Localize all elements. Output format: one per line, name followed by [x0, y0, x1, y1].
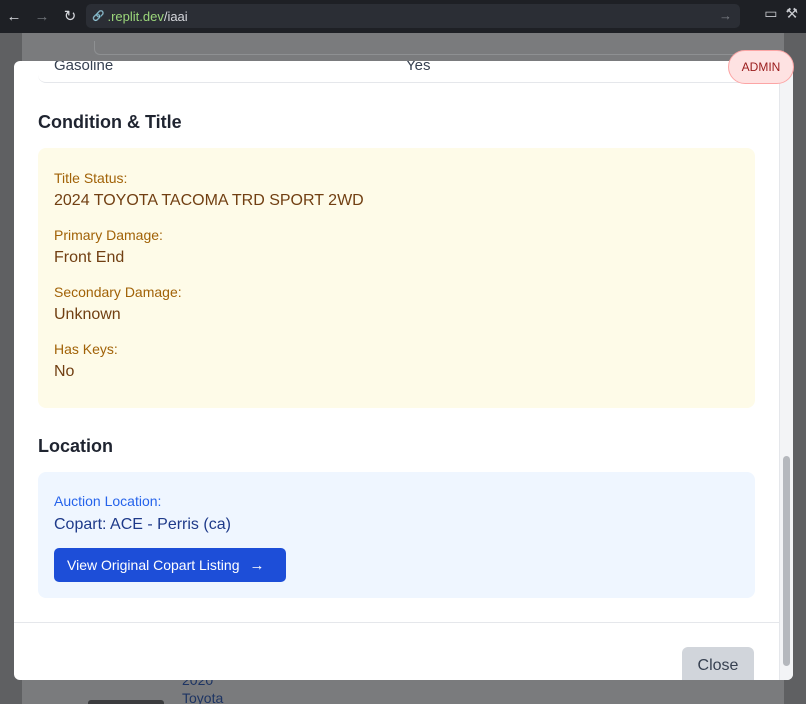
- link-icon: 🔗: [92, 10, 105, 22]
- condition-heading: Condition & Title: [38, 112, 182, 132]
- secondary-damage-value: Unknown: [54, 306, 121, 323]
- scrollbar-thumb[interactable]: [783, 456, 790, 666]
- copart-button-label: View Original Copart Listing: [67, 557, 240, 573]
- auction-location-label: Auction Location:: [54, 493, 162, 509]
- secondary-damage-label: Secondary Damage:: [54, 284, 182, 300]
- location-heading: Location: [38, 436, 113, 456]
- title-status-value: 2024 TOYOTA TACOMA TRD SPORT 2WD: [54, 192, 364, 209]
- vehicle-details-modal: Gasoline Yes Condition & Title Title Sta…: [14, 61, 793, 680]
- browser-toolbar: ← → ↻ 🔗 .replit.dev /iaai → ▭ ⚒: [0, 0, 806, 33]
- arrow-right-icon: →: [249, 556, 265, 574]
- primary-damage-value: Front End: [54, 249, 125, 266]
- url-path: /iaai: [163, 8, 188, 24]
- condition-panel: Title Status: 2024 TOYOTA TACOMA TRD SPO…: [38, 148, 755, 408]
- has-keys-label: Has Keys:: [54, 341, 118, 357]
- modal-scrollbar[interactable]: [779, 61, 793, 680]
- background-vehicle-thumbnail: [88, 700, 164, 704]
- background-vehicle-link-make: Toyota: [182, 690, 224, 704]
- admin-badge[interactable]: ADMIN: [728, 50, 794, 84]
- has-keys-value: No: [54, 363, 75, 380]
- spec-value: Yes: [406, 61, 431, 74]
- address-bar[interactable]: 🔗 .replit.dev /iaai →: [86, 4, 740, 28]
- footer-divider: [14, 622, 779, 623]
- spec-label: Gasoline: [54, 61, 114, 74]
- url-domain: .replit.dev: [107, 8, 164, 24]
- reload-icon[interactable]: ↻: [57, 3, 83, 29]
- view-copart-listing-button[interactable]: View Original Copart Listing →: [54, 548, 286, 582]
- primary-damage-label: Primary Damage:: [54, 227, 163, 243]
- title-status-label: Title Status:: [54, 170, 128, 186]
- url-go-icon[interactable]: →: [719, 8, 732, 23]
- close-button[interactable]: Close: [682, 647, 754, 680]
- auction-location-value: Copart: ACE - Perris (ca): [54, 516, 231, 533]
- previous-spec-row: Gasoline Yes: [38, 61, 755, 83]
- wrench-icon[interactable]: ⚒: [785, 5, 798, 22]
- forward-arrow-icon[interactable]: →: [29, 3, 55, 29]
- location-panel: Auction Location: Copart: ACE - Perris (…: [38, 472, 755, 598]
- screen-icon[interactable]: ▭: [764, 5, 777, 22]
- background-card-edge: [94, 41, 784, 55]
- back-arrow-icon[interactable]: ←: [1, 3, 27, 29]
